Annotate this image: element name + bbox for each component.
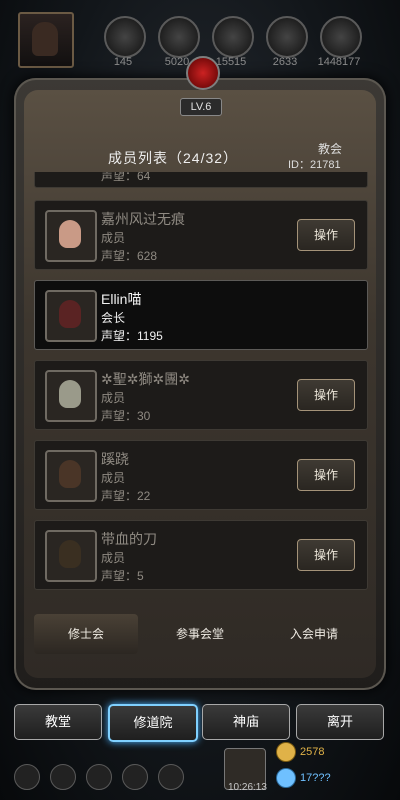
member-role: 成员 (101, 551, 126, 565)
list-item[interactable]: 嘉州风过无痕 成员 声望：628 操作 (34, 200, 368, 270)
menu-icon-5[interactable] (158, 764, 184, 790)
member-role: 成员 (101, 231, 126, 245)
stat-icon-2[interactable] (158, 16, 200, 58)
gold-amount: 2578 (300, 746, 325, 758)
member-name: 蹊跷 (101, 451, 129, 467)
menu-icon-2[interactable] (50, 764, 76, 790)
tab-friars[interactable]: 修士会 (34, 614, 138, 654)
guild-emblem-icon (186, 56, 220, 90)
tab-join-requests[interactable]: 入会申请 (262, 614, 366, 654)
member-reputation: 声望：1195 (101, 329, 163, 343)
member-name: ✲聖✲獅✲團✲ (101, 371, 190, 387)
member-action-button[interactable]: 操作 (297, 459, 355, 491)
member-avatar (45, 530, 97, 582)
stat-value-4: 2633 (272, 56, 298, 68)
stat-value-1: 145 (113, 56, 133, 68)
member-reputation: 声望：628 (101, 249, 158, 263)
member-name: Ellin喵 (101, 291, 142, 307)
gem-icon (276, 768, 296, 788)
stat-icon-3[interactable] (212, 16, 254, 58)
church-label: 教会 (318, 142, 343, 156)
member-reputation: 声望：5 (101, 569, 144, 583)
menu-icon-3[interactable] (86, 764, 112, 790)
stat-icon-4[interactable] (266, 16, 308, 58)
member-avatar (45, 450, 97, 502)
member-avatar (45, 210, 97, 262)
member-list[interactable]: 声望：64 嘉州风过无痕 成员 声望：628 操作 Ellin喵 会长 声望：1… (30, 172, 370, 600)
list-item-partial: 声望：64 (34, 172, 368, 188)
member-reputation: 声望：30 (101, 409, 151, 423)
stat-icon-5[interactable] (320, 16, 362, 58)
member-avatar (45, 290, 97, 342)
church-id: ID：21781 (288, 159, 341, 171)
nav-church-button[interactable]: 教堂 (14, 704, 102, 740)
menu-icon-4[interactable] (122, 764, 148, 790)
nav-leave-button[interactable]: 离开 (296, 704, 384, 740)
list-item[interactable]: ✲聖✲獅✲團✲ 成员 声望：30 操作 (34, 360, 368, 430)
member-name: 带血的刀 (101, 531, 157, 547)
stat-icon-1[interactable] (104, 16, 146, 58)
nav-temple-button[interactable]: 神庙 (202, 704, 290, 740)
member-role: 成员 (101, 471, 126, 485)
member-action-button[interactable]: 操作 (297, 379, 355, 411)
member-name: 嘉州风过无痕 (101, 211, 185, 227)
list-item[interactable]: 带血的刀 成员 声望：5 操作 (34, 520, 368, 590)
panel-tabs: 修士会 参事会堂 入会申请 (30, 614, 370, 654)
stat-value-5: 1448177 (317, 56, 361, 68)
member-reputation: 声望：22 (101, 489, 151, 503)
member-action-button[interactable]: 操作 (297, 539, 355, 571)
gem-amount: 17??? (300, 772, 331, 784)
member-reputation: 声望：64 (101, 172, 151, 183)
gold-icon (276, 742, 296, 762)
panel-title: 成员列表（24/32） (108, 150, 239, 166)
nav-monastery-button[interactable]: 修道院 (108, 704, 198, 742)
menu-icon-1[interactable] (14, 764, 40, 790)
list-item-leader[interactable]: Ellin喵 会长 声望：1195 (34, 280, 368, 350)
member-avatar (45, 370, 97, 422)
guild-level-badge: LV.6 (180, 98, 222, 116)
tab-council-hall[interactable]: 参事会堂 (148, 614, 252, 654)
list-item[interactable]: 蹊跷 成员 声望：22 操作 (34, 440, 368, 510)
member-role: 成员 (101, 391, 126, 405)
timer: 10:26:13 (228, 782, 267, 793)
member-action-button[interactable]: 操作 (297, 219, 355, 251)
member-role: 会长 (101, 311, 126, 325)
player-avatar[interactable] (18, 12, 74, 68)
